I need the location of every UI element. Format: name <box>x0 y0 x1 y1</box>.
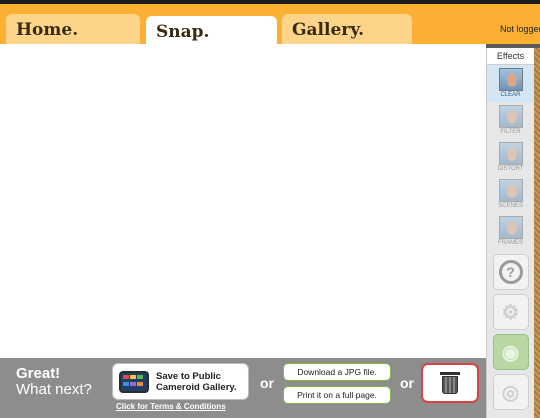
timer-camera-button[interactable]: ◎ <box>492 374 529 410</box>
tab-gallery[interactable]: Gallery. <box>282 14 412 48</box>
prompt-title: Great! <box>16 365 61 382</box>
help-magnifier-icon: ? <box>498 260 523 284</box>
timer-camera-icon: ◎ <box>501 381 520 404</box>
settings-button[interactable]: ⚙ <box>492 294 529 330</box>
effects-panel: Effects CLEAR FILTER DISTORT SCENES FRAM… <box>486 48 534 418</box>
download-jpg-button[interactable]: Download a JPG file. <box>283 363 391 381</box>
distort-thumbnail-icon <box>498 142 523 165</box>
filter-thumbnail-icon <box>498 105 523 128</box>
save-label-line-2: Cameroid Gallery. <box>156 381 237 393</box>
save-label-line-1: Save to Public <box>156 370 221 382</box>
next-step-prompt: Great! What next? <box>16 366 92 398</box>
camera-icon: ◉ <box>501 341 520 364</box>
clear-thumbnail-icon <box>498 68 523 91</box>
save-button-text: Save to Public Cameroid Gallery. <box>156 371 237 393</box>
snap-camera-button[interactable]: ◉ <box>492 334 529 370</box>
effect-clear[interactable]: CLEAR <box>487 65 534 102</box>
effect-scenes[interactable]: SCENES <box>487 176 534 213</box>
gear-icon: ⚙ <box>501 301 520 324</box>
effect-distort[interactable]: DISTORT <box>487 139 534 176</box>
cork-board-strip <box>534 48 540 418</box>
scenes-thumbnail-icon <box>498 179 523 202</box>
effect-frames[interactable]: FRAMES <box>487 213 534 250</box>
or-separator: or <box>260 375 274 391</box>
effect-label: CLEAR <box>500 92 521 98</box>
prompt-subtitle: What next? <box>16 381 92 398</box>
help-button[interactable]: ? <box>492 254 529 290</box>
effect-label: FILTER <box>500 129 521 135</box>
delete-button[interactable] <box>421 363 479 403</box>
tab-home[interactable]: Home. <box>6 14 140 48</box>
effect-filter[interactable]: FILTER <box>487 102 534 139</box>
effect-label: FRAMES <box>497 240 523 246</box>
effects-title: Effects <box>487 48 534 65</box>
login-status[interactable]: Not logged <box>500 24 540 34</box>
effect-label: DISTORT <box>497 166 524 172</box>
print-button[interactable]: Print it on a full page. <box>283 386 391 404</box>
effect-label: SCENES <box>498 203 523 209</box>
top-navigation-bar: Home. Snap. Gallery. Not logged <box>0 0 540 50</box>
camera-preview-area <box>0 44 486 358</box>
action-bar: Great! What next? Save to Public Cameroi… <box>0 358 486 418</box>
trash-icon <box>440 372 460 394</box>
frames-thumbnail-icon <box>498 216 523 239</box>
terms-link[interactable]: Click for Terms & Conditions <box>116 402 226 411</box>
save-to-public-gallery-button[interactable]: Save to Public Cameroid Gallery. <box>112 363 249 400</box>
or-separator: or <box>400 375 414 391</box>
gallery-grid-icon <box>119 370 149 393</box>
